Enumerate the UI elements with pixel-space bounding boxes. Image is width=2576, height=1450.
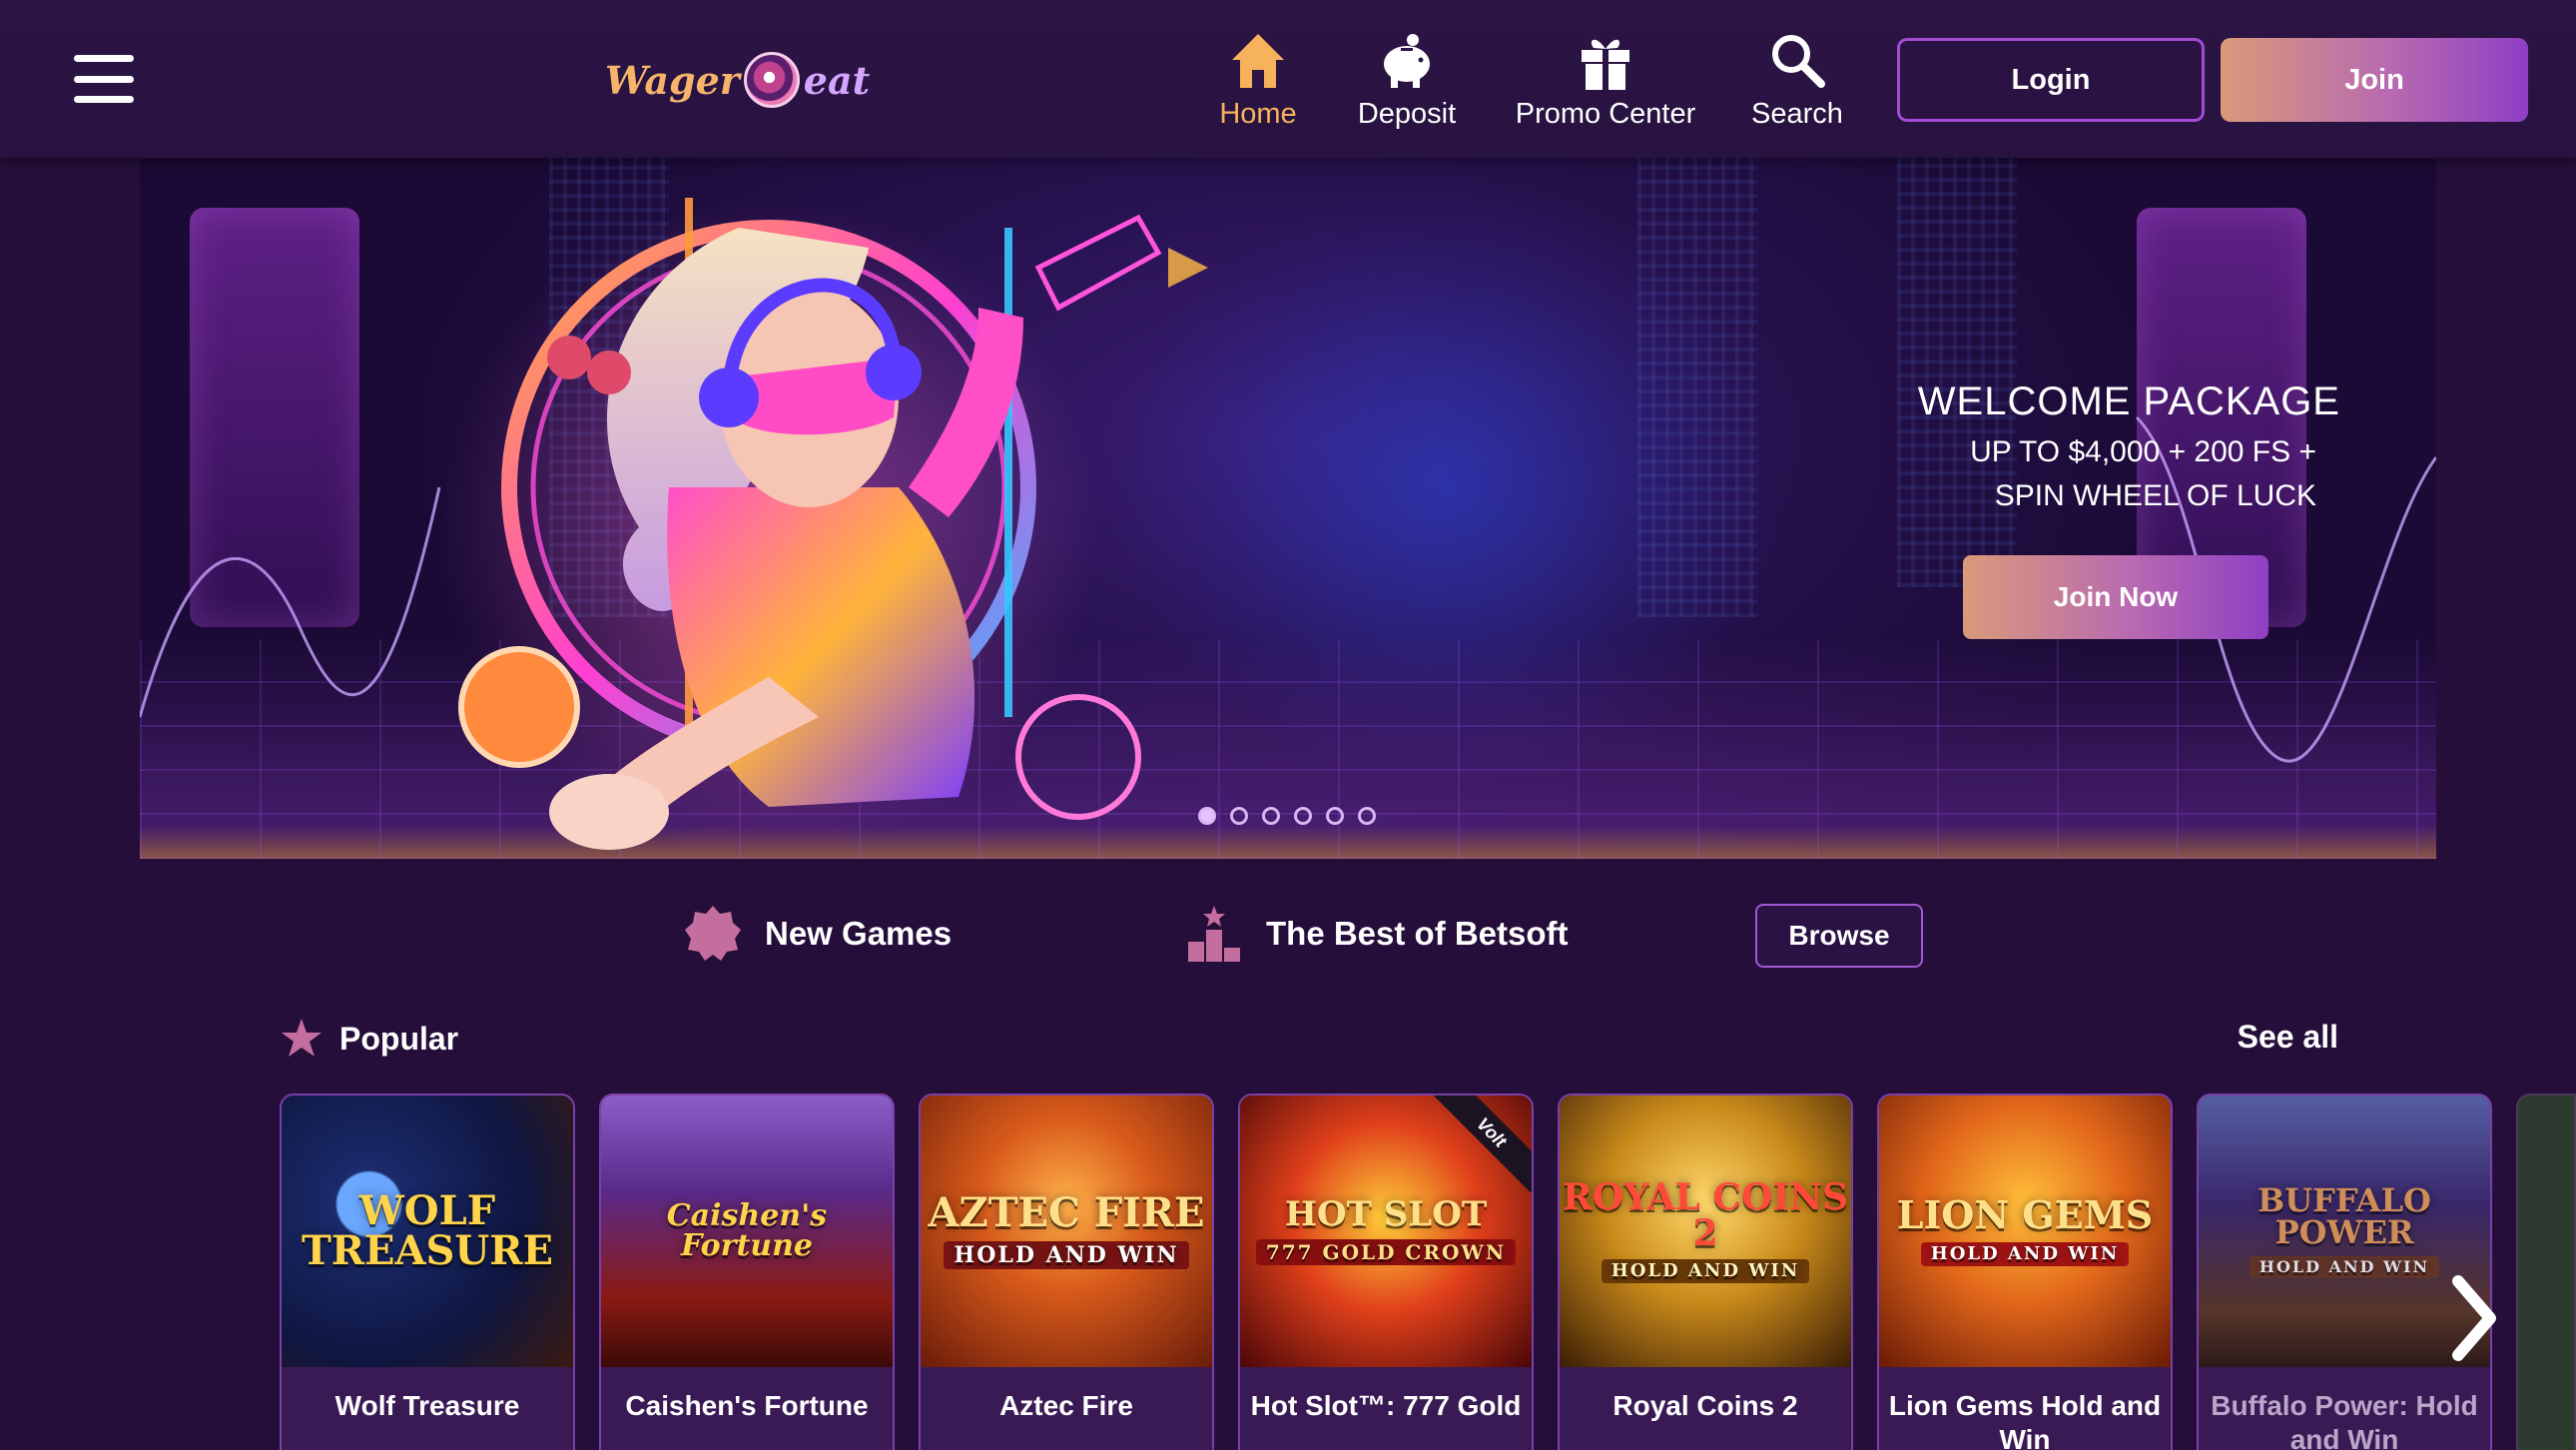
- carousel-dot[interactable]: [1262, 807, 1280, 825]
- game-card-partial[interactable]: [2516, 1093, 2576, 1450]
- gift-icon: [1582, 39, 1629, 90]
- star-icon: [282, 1019, 322, 1057]
- game-card[interactable]: HOT SLOT 777 GOLD CROWN Volt Hot Slot™: …: [1238, 1093, 1534, 1450]
- promo-subtitle-line-2: SPIN WHEEL OF LUCK: [1994, 479, 2316, 512]
- category-new-games[interactable]: New Games: [683, 899, 952, 969]
- game-thumbnail: BUFFALO POWER HOLD AND WIN: [2199, 1095, 2490, 1367]
- carousel-dots: [1198, 807, 1376, 825]
- logo[interactable]: Wager eat: [605, 40, 870, 120]
- game-card[interactable]: AZTEC FIRE HOLD AND WIN Aztec Fire: [919, 1093, 1214, 1450]
- game-card[interactable]: Caishen's Fortune Caishen's Fortune: [599, 1093, 895, 1450]
- browse-button[interactable]: Browse: [1755, 904, 1923, 968]
- carousel-dot[interactable]: [1294, 807, 1312, 825]
- game-art-subtitle: HOLD AND WIN: [1920, 1242, 2130, 1266]
- nav-deposit[interactable]: Deposit: [1354, 30, 1460, 140]
- category-best-of-label: The Best of Betsoft: [1266, 915, 1569, 952]
- category-best-of-betsoft[interactable]: The Best of Betsoft: [1184, 899, 1569, 969]
- nav-home[interactable]: Home: [1208, 30, 1308, 140]
- game-art-subtitle: HOLD AND WIN: [1601, 1259, 1810, 1283]
- carousel-dot[interactable]: [1326, 807, 1344, 825]
- game-card[interactable]: ROYAL COINS 2 HOLD AND WIN Royal Coins 2: [1558, 1093, 1853, 1450]
- nav-search[interactable]: Search: [1749, 30, 1845, 140]
- nav-promo-label: Promo Center: [1515, 98, 1696, 130]
- join-now-button[interactable]: Join Now: [1963, 555, 2268, 639]
- nav-deposit-label: Deposit: [1357, 98, 1457, 130]
- game-art-title: Caishen's Fortune: [666, 1198, 828, 1263]
- game-name: Lion Gems Hold and Win: [1879, 1367, 2171, 1450]
- carousel-dot[interactable]: [1230, 807, 1248, 825]
- menu-icon[interactable]: [74, 55, 134, 103]
- piggy-bank-icon: [1384, 34, 1430, 88]
- game-art-subtitle: HOLD AND WIN: [2249, 1256, 2440, 1278]
- nav-promo-center[interactable]: Promo Center: [1515, 30, 1696, 140]
- game-thumbnail: WOLF TREASURE: [282, 1095, 573, 1367]
- see-all-link[interactable]: See all: [2238, 1019, 2338, 1056]
- promo-title: WELCOME PACKAGE: [1917, 379, 2340, 423]
- game-name: Aztec Fire: [921, 1367, 1212, 1450]
- game-art-title: ROYAL COINS 2: [1562, 1176, 1849, 1254]
- game-thumbnail: Caishen's Fortune: [601, 1095, 893, 1367]
- join-button[interactable]: Join: [2221, 38, 2528, 122]
- game-thumbnail: AZTEC FIRE HOLD AND WIN: [921, 1095, 1212, 1367]
- top-header: Wager eat Home Deposit Promo Center Sear…: [0, 0, 2576, 158]
- logo-disc-icon: [743, 52, 800, 108]
- dj-character-illustration: [439, 198, 1208, 857]
- game-art-title: AZTEC FIRE: [928, 1189, 1205, 1236]
- game-art-title: LION GEMS: [1896, 1192, 2154, 1237]
- popular-title: Popular: [339, 1020, 459, 1057]
- carousel-dot[interactable]: [1358, 807, 1376, 825]
- game-name: Hot Slot™: 777 Gold: [1240, 1367, 1532, 1450]
- hero-banner[interactable]: WELCOME PACKAGE UP TO $4,000 + 200 FS + …: [140, 158, 2436, 859]
- game-art-title: BUFFALO POWER: [2257, 1181, 2431, 1251]
- game-card[interactable]: WOLF TREASURE Wolf Treasure: [280, 1093, 575, 1450]
- nav-search-label: Search: [1751, 98, 1843, 130]
- login-button[interactable]: Login: [1897, 38, 2205, 122]
- game-art-subtitle: HOLD AND WIN: [944, 1241, 1189, 1269]
- game-card[interactable]: BUFFALO POWER HOLD AND WIN Buffalo Power…: [2197, 1093, 2492, 1450]
- game-art-subtitle: 777 GOLD CROWN: [1255, 1239, 1517, 1265]
- game-thumbnail: LION GEMS HOLD AND WIN: [1879, 1095, 2171, 1367]
- game-art-title: WOLF TREASURE: [301, 1187, 554, 1274]
- promo-subtitle-line-1: UP TO $4,000 + 200 FS +: [1970, 435, 2316, 468]
- game-art-title: HOT SLOT: [1284, 1194, 1488, 1234]
- game-card[interactable]: LION GEMS HOLD AND WIN Lion Gems Hold an…: [1877, 1093, 2173, 1450]
- podium-icon: [1188, 906, 1240, 962]
- logo-text-wager: Wager: [605, 57, 740, 103]
- game-name: Royal Coins 2: [1560, 1367, 1851, 1450]
- home-icon: [1232, 34, 1284, 88]
- new-badge-icon: [685, 906, 741, 961]
- chevron-right-icon[interactable]: [2448, 1273, 2498, 1363]
- search-icon: [1772, 35, 1825, 88]
- category-new-games-label: New Games: [765, 915, 953, 952]
- nav-home-label: Home: [1219, 98, 1297, 130]
- carousel-dot[interactable]: [1198, 807, 1216, 825]
- game-name: Wolf Treasure: [282, 1367, 573, 1450]
- game-name: Buffalo Power: Hold and Win: [2199, 1367, 2490, 1450]
- popular-section-header: Popular: [280, 1014, 458, 1064]
- logo-text-beat: eat: [803, 57, 871, 103]
- game-thumbnail: ROYAL COINS 2 HOLD AND WIN: [1560, 1095, 1851, 1367]
- game-name: Caishen's Fortune: [601, 1367, 893, 1450]
